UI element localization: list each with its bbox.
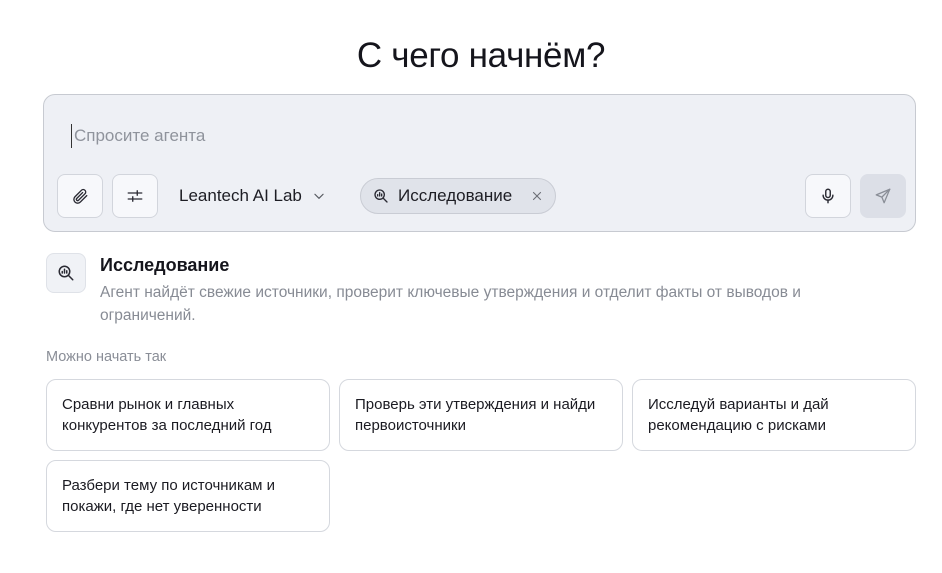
research-icon	[58, 265, 74, 281]
voice-input-button[interactable]	[805, 174, 851, 218]
mode-info-icon-box	[46, 253, 86, 293]
mode-info-title: Исследование	[100, 255, 230, 275]
mode-chip-label: Исследование	[398, 186, 513, 205]
send-icon	[875, 188, 891, 204]
chevron-down-icon	[314, 193, 324, 199]
composer: Leantech AI Lab Исследование	[43, 94, 916, 232]
suggestion-card[interactable]: Исследуй варианты и дай рекомендацию с р…	[632, 379, 916, 451]
mode-info: Исследование Агент найдёт свежие источни…	[46, 253, 926, 333]
mode-chip[interactable]: Исследование	[360, 178, 556, 214]
attach-button[interactable]	[57, 174, 103, 218]
paperclip-icon	[73, 188, 88, 204]
suggestions-label: Можно начать так	[46, 349, 167, 365]
mode-info-description: Агент найдёт свежие источники, проверит …	[100, 284, 801, 324]
microphone-icon	[822, 188, 834, 204]
suggestion-card[interactable]: Проверь эти утверждения и найди первоист…	[339, 379, 623, 451]
prompt-input[interactable]	[71, 124, 674, 148]
suggestion-card[interactable]: Разбери тему по источникам и покажи, где…	[46, 460, 330, 532]
workspace-selector[interactable]: Leantech AI Lab	[179, 184, 326, 208]
sliders-icon	[127, 190, 143, 202]
workspace-label: Leantech AI Lab	[179, 186, 302, 205]
settings-button[interactable]	[112, 174, 158, 218]
close-icon[interactable]	[531, 190, 543, 202]
suggestion-card[interactable]: Сравни рынок и главных конкурентов за по…	[46, 379, 330, 451]
send-button[interactable]	[860, 174, 906, 218]
research-icon	[374, 189, 388, 203]
page-title: С чего начнём?	[356, 36, 606, 75]
